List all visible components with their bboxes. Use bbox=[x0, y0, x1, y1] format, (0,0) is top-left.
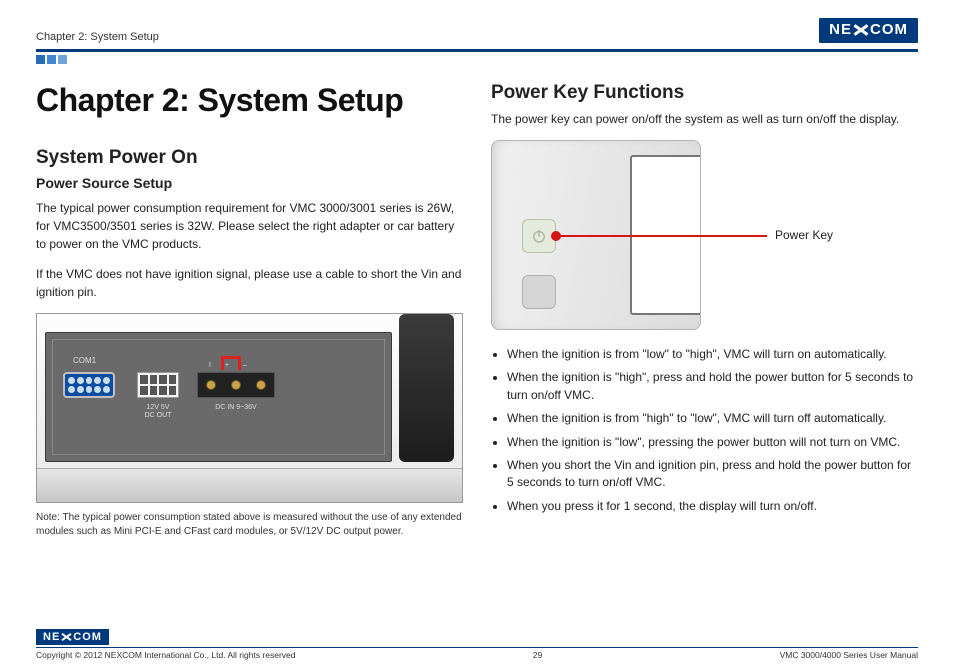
mount-bracket bbox=[399, 314, 454, 462]
footer-page-number: 29 bbox=[533, 650, 542, 660]
power-icon bbox=[530, 227, 548, 245]
para-power-key-intro: The power key can power on/off the syste… bbox=[491, 110, 918, 128]
footer-rule bbox=[36, 647, 918, 648]
section-system-power-on: System Power On bbox=[36, 147, 463, 169]
logo-text-post: COM bbox=[73, 631, 102, 643]
section-power-key-functions: Power Key Functions bbox=[491, 82, 918, 104]
dc-in-label: DC IN 9~36V bbox=[197, 404, 275, 412]
com1-label: COM1 bbox=[73, 356, 96, 365]
logo-text-pre: NE bbox=[829, 21, 852, 38]
figure-rear-connectors: COM1 12V 5V DC OUT I + – DC IN 9~36V bbox=[36, 313, 463, 503]
para-ignition-short: If the VMC does not have ignition signal… bbox=[36, 265, 463, 301]
callout-line-icon bbox=[555, 235, 767, 237]
logo-x-icon bbox=[853, 22, 869, 38]
list-item: When the ignition is "low", pressing the… bbox=[507, 434, 918, 451]
right-column: Power Key Functions The power key can po… bbox=[491, 82, 918, 539]
page-footer: NE COM Copyright © 2012 NEXCOM Internati… bbox=[36, 627, 918, 660]
callout-power-key: Power Key bbox=[775, 228, 833, 242]
list-item: When the ignition is "high", press and h… bbox=[507, 369, 918, 404]
figure-power-key: Power Key bbox=[491, 140, 918, 330]
power-key-bullet-list: When the ignition is from "low" to "high… bbox=[507, 346, 918, 515]
footer-copyright: Copyright © 2012 NEXCOM International Co… bbox=[36, 650, 296, 660]
dc-in-terminal-icon bbox=[197, 372, 275, 398]
para-power-consumption: The typical power consumption requiremen… bbox=[36, 199, 463, 253]
page-header: Chapter 2: System Setup NE COM bbox=[36, 18, 918, 47]
subsection-power-source-setup: Power Source Setup bbox=[36, 175, 463, 191]
logo-text-pre: NE bbox=[43, 631, 60, 643]
footer-nexcom-logo: NE COM bbox=[36, 629, 109, 645]
com1-port-icon bbox=[63, 372, 115, 398]
logo-x-icon bbox=[61, 632, 72, 643]
left-column: Chapter 2: System Setup System Power On … bbox=[36, 82, 463, 539]
dc-in-pin-labels: I + – bbox=[209, 362, 253, 369]
header-chapter-label: Chapter 2: System Setup bbox=[36, 31, 159, 43]
list-item: When you short the Vin and ignition pin,… bbox=[507, 457, 918, 492]
logo-text-post: COM bbox=[870, 21, 908, 38]
list-item: When the ignition is from "low" to "high… bbox=[507, 346, 918, 363]
footer-manual-title: VMC 3000/4000 Series User Manual bbox=[780, 650, 918, 660]
header-squares-icon bbox=[36, 55, 918, 64]
base-plate bbox=[37, 468, 462, 502]
dc-out-connector-icon bbox=[137, 372, 179, 398]
chapter-title: Chapter 2: System Setup bbox=[36, 82, 463, 119]
list-item: When you press it for 1 second, the disp… bbox=[507, 498, 918, 515]
nexcom-logo: NE COM bbox=[819, 18, 918, 43]
header-rule bbox=[36, 49, 918, 52]
secondary-button-icon bbox=[522, 275, 556, 309]
list-item: When the ignition is from "high" to "low… bbox=[507, 410, 918, 427]
dc-out-label: 12V 5V DC OUT bbox=[137, 404, 179, 421]
note-power-consumption: Note: The typical power consumption stat… bbox=[36, 511, 463, 539]
